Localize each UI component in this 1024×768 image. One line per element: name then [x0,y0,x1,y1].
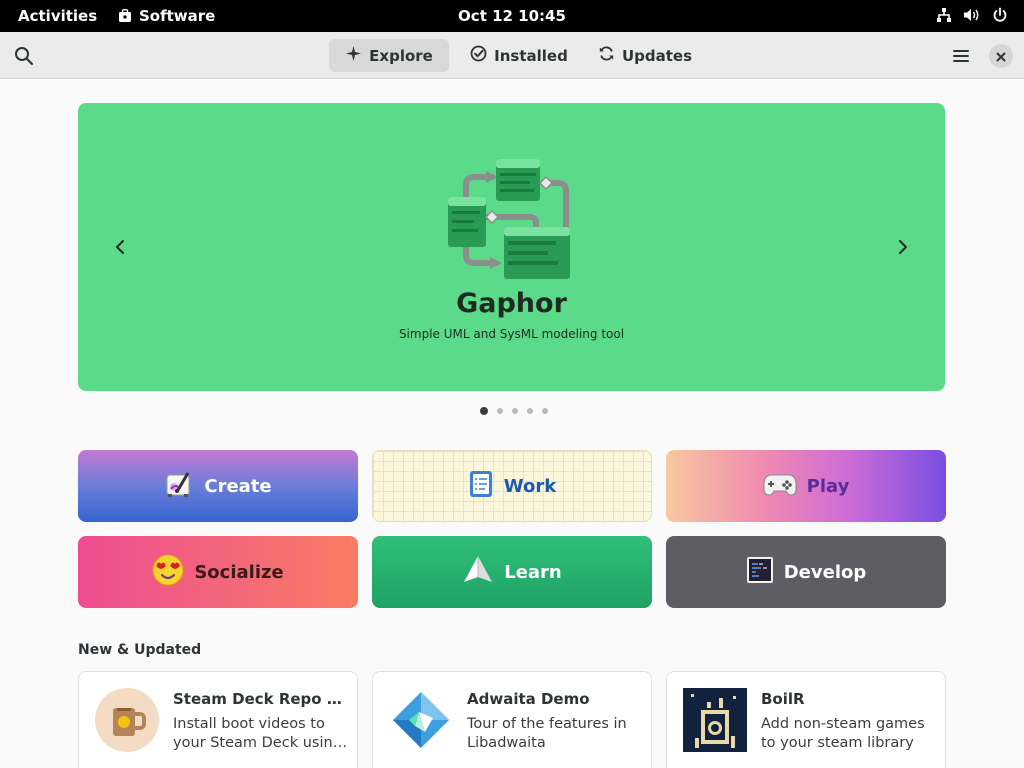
learn-icon [462,554,494,591]
work-icon [468,469,494,504]
app-tile-description: Install boot videos to your Steam Deck u… [173,716,348,751]
app-tile-description: Add non-steam games to your steam librar… [761,716,925,751]
header-bar: Explore Installed Updates [0,32,1024,79]
installed-check-icon [470,45,487,66]
search-button[interactable] [13,45,35,67]
app-tile[interactable]: Adwaita Demo Tour of the features in Lib… [372,671,652,768]
carousel-indicator [480,407,548,415]
carousel-dot[interactable] [497,408,503,414]
carousel-next-button[interactable] [891,235,915,259]
hamburger-menu-icon [950,50,972,71]
category-work-button[interactable]: Work [372,450,652,522]
adwaita-demo-icon [389,688,453,752]
category-work-label: Work [503,475,557,497]
category-play-label: Play [806,475,850,497]
category-learn-button[interactable]: Learn [372,536,652,608]
category-develop-label: Develop [783,561,867,583]
featured-app-name: Gaphor [456,288,567,319]
system-tray[interactable] [936,7,1008,23]
carousel-dot[interactable] [512,408,518,414]
close-button[interactable] [989,44,1013,68]
tab-explore[interactable]: Explore [329,39,449,72]
tab-updates-label: Updates [621,46,693,65]
steam-deck-repo-manager-icon [95,688,159,752]
app-tile-name: Steam Deck Repo Manager [173,690,345,708]
app-tile-description: Tour of the features in Libadwaita [467,716,627,751]
category-socialize-button[interactable]: Socialize [78,536,358,608]
featured-carousel[interactable]: Gaphor Simple UML and SysML modeling too… [78,103,945,391]
search-icon [13,47,35,71]
category-develop-button[interactable]: Develop [666,536,946,608]
app-tile[interactable]: BoilR Add non-steam games to your steam … [666,671,946,768]
terminal-icon [746,556,774,589]
gaphor-app-icon [446,157,576,282]
featured-app-description: Simple UML and SysML modeling tool [398,327,625,341]
create-icon [164,469,194,504]
app-tile[interactable]: Steam Deck Repo Manager Install boot vid… [78,671,358,768]
carousel-dot[interactable] [527,408,533,414]
volume-icon [963,7,981,23]
updates-refresh-icon [598,45,615,66]
tab-installed-label: Installed [494,46,568,65]
network-icon [936,7,952,23]
tab-installed[interactable]: Installed [459,39,579,72]
app-tile-name: BoilR [761,690,805,708]
top-bar: Activities Software Oct 12 10:45 [0,0,1024,32]
carousel-dot[interactable] [542,408,548,414]
chevron-right-icon [891,240,915,263]
tab-updates[interactable]: Updates [586,39,704,72]
category-create-button[interactable]: Create [78,450,358,522]
category-create-label: Create [204,475,272,497]
clock[interactable]: Oct 12 10:45 [0,7,1024,25]
category-learn-label: Learn [504,561,562,583]
carousel-previous-button[interactable] [108,235,132,259]
boilr-icon [683,688,747,752]
app-tile-name: Adwaita Demo [467,690,590,708]
carousel-dot[interactable] [480,407,488,415]
new-updated-heading: New & Updated [78,642,202,658]
emoji-icon [152,554,184,591]
close-icon [996,47,1006,66]
chevron-left-icon [108,240,132,263]
main-menu-button[interactable] [950,45,972,67]
category-socialize-label: Socialize [194,561,284,583]
tab-explore-label: Explore [369,46,433,65]
category-play-button[interactable]: Play [666,450,946,522]
explore-icon [345,45,362,66]
view-switcher: Explore Installed Updates [329,39,704,72]
power-icon [992,7,1008,23]
gamepad-icon [763,471,797,502]
